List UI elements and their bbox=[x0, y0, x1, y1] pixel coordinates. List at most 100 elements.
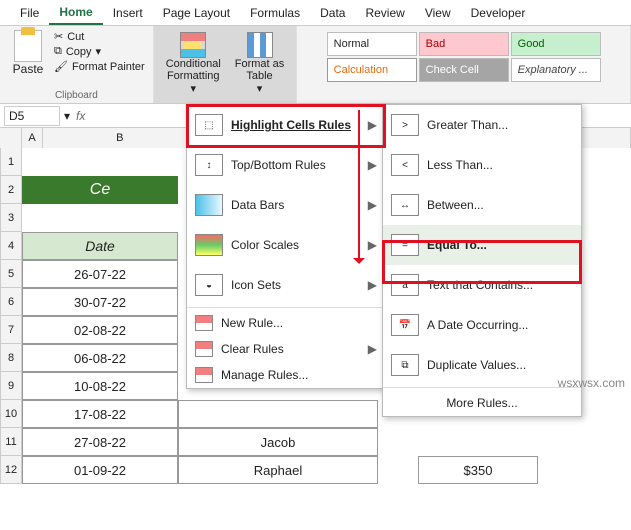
style-explanatory[interactable]: Explanatory ... bbox=[511, 58, 601, 82]
chevron-right-icon: ▶ bbox=[368, 158, 377, 172]
gt-icon: > bbox=[391, 114, 419, 136]
row-12[interactable]: 12 bbox=[0, 456, 22, 484]
row-4[interactable]: 4 bbox=[0, 232, 22, 260]
do-label: A Date Occurring... bbox=[427, 318, 573, 332]
style-good[interactable]: Good bbox=[511, 32, 601, 56]
cell-date[interactable]: 01-09-22 bbox=[22, 456, 178, 484]
submenu-greater-than[interactable]: > Greater Than... bbox=[383, 105, 581, 145]
submenu-less-than[interactable]: < Less Than... bbox=[383, 145, 581, 185]
cell-date[interactable]: 30-07-22 bbox=[22, 288, 178, 316]
tab-page-layout[interactable]: Page Layout bbox=[153, 2, 240, 24]
cut-button[interactable]: ✂Cut bbox=[54, 30, 145, 43]
bw-label: Between... bbox=[427, 198, 573, 212]
submenu-text-contains[interactable]: aText that Contains... bbox=[383, 265, 581, 305]
fx-icon[interactable]: fx bbox=[70, 109, 91, 123]
menu-clear-rules[interactable]: Clear Rules▶ bbox=[187, 336, 385, 362]
cf-label: Conditional Formatting bbox=[166, 58, 221, 82]
annotation-arrow bbox=[358, 110, 360, 262]
submenu-equal-to[interactable]: =Equal To... bbox=[383, 225, 581, 265]
submenu-between[interactable]: ↔ Between... bbox=[383, 185, 581, 225]
select-all[interactable] bbox=[0, 128, 22, 148]
cell[interactable] bbox=[22, 148, 178, 176]
format-painter-button[interactable]: 🖌Format Painter bbox=[54, 60, 145, 73]
menu-new-rule[interactable]: New Rule... bbox=[187, 310, 385, 336]
tab-formulas[interactable]: Formulas bbox=[240, 2, 310, 24]
menu-icon-sets[interactable]: ◒Icon Sets▶ bbox=[187, 265, 385, 305]
paste-button[interactable]: Paste bbox=[8, 30, 48, 76]
row-9[interactable]: 9 bbox=[0, 372, 22, 400]
style-calculation[interactable]: Calculation bbox=[327, 58, 417, 82]
cell-date[interactable]: 27-08-22 bbox=[22, 428, 178, 456]
cell-amount[interactable]: $350 bbox=[418, 456, 538, 484]
is-label: Icon Sets bbox=[231, 278, 360, 292]
conditional-formatting-menu: ⬚Highlight Cells Rules▶ ↕Top/Bottom Rule… bbox=[186, 104, 386, 389]
conditional-formatting-button[interactable]: Conditional Formatting ▾ bbox=[162, 30, 225, 97]
ribbon-tabs: File Home Insert Page Layout Formulas Da… bbox=[0, 0, 631, 26]
group-clipboard: Paste ✂Cut ⧉Copy ▾ 🖌Format Painter Clipb… bbox=[0, 26, 154, 103]
tab-data[interactable]: Data bbox=[310, 2, 355, 24]
menu-highlight-cells-rules[interactable]: ⬚Highlight Cells Rules▶ bbox=[187, 105, 385, 145]
submenu-more-rules[interactable]: More Rules... bbox=[383, 390, 581, 416]
clipboard-group-label: Clipboard bbox=[55, 90, 98, 101]
row-1[interactable]: 1 bbox=[0, 148, 22, 176]
tab-review[interactable]: Review bbox=[355, 2, 414, 24]
cell-name[interactable]: Jacob bbox=[178, 428, 378, 456]
row-7[interactable]: 7 bbox=[0, 316, 22, 344]
style-bad[interactable]: Bad bbox=[419, 32, 509, 56]
morerules-label: More Rules... bbox=[446, 396, 517, 410]
tab-insert[interactable]: Insert bbox=[103, 2, 153, 24]
style-check-cell[interactable]: Check Cell bbox=[419, 58, 509, 82]
row-10[interactable]: 10 bbox=[0, 400, 22, 428]
paste-label: Paste bbox=[13, 62, 44, 76]
style-normal[interactable]: Normal bbox=[327, 32, 417, 56]
submenu-date-occurring[interactable]: 📅A Date Occurring... bbox=[383, 305, 581, 345]
cell-name[interactable]: Raphael bbox=[178, 456, 378, 484]
tc-label: Text that Contains... bbox=[427, 278, 573, 292]
tab-home[interactable]: Home bbox=[49, 1, 102, 25]
menu-manage-rules[interactable]: Manage Rules... bbox=[187, 362, 385, 388]
tab-file[interactable]: File bbox=[10, 2, 49, 24]
tab-developer[interactable]: Developer bbox=[461, 2, 536, 24]
fat-label: Format as Table bbox=[235, 58, 285, 82]
title-cell[interactable]: Ce bbox=[22, 176, 178, 204]
gt-label: Greater Than... bbox=[427, 118, 573, 132]
header-date[interactable]: Date bbox=[22, 232, 178, 260]
name-box[interactable]: D5 bbox=[4, 106, 60, 126]
dv-label: Duplicate Values... bbox=[427, 358, 573, 372]
menu-top-bottom-rules[interactable]: ↕Top/Bottom Rules▶ bbox=[187, 145, 385, 185]
row-2[interactable]: 2 bbox=[0, 176, 22, 204]
row-11[interactable]: 11 bbox=[0, 428, 22, 456]
row-3[interactable]: 3 bbox=[0, 204, 22, 232]
cell-date[interactable]: 02-08-22 bbox=[22, 316, 178, 344]
databars-icon bbox=[195, 194, 223, 216]
row-6[interactable]: 6 bbox=[0, 288, 22, 316]
cr-label: Clear Rules bbox=[221, 342, 284, 356]
lt-icon: < bbox=[391, 154, 419, 176]
cell-date[interactable]: 26-07-22 bbox=[22, 260, 178, 288]
submenu-duplicate-values[interactable]: ⧉ Duplicate Values... bbox=[383, 345, 581, 385]
copy-button[interactable]: ⧉Copy ▾ bbox=[54, 45, 145, 58]
row-5[interactable]: 5 bbox=[0, 260, 22, 288]
row-headers: 1 2 3 4 5 6 7 8 9 10 11 12 bbox=[0, 148, 22, 484]
between-icon: ↔ bbox=[391, 194, 419, 216]
cell[interactable] bbox=[178, 400, 378, 428]
tab-view[interactable]: View bbox=[415, 2, 461, 24]
col-B[interactable]: B bbox=[43, 128, 197, 148]
cell[interactable] bbox=[22, 204, 178, 232]
dup-icon: ⧉ bbox=[391, 354, 419, 376]
hcr-icon: ⬚ bbox=[195, 114, 223, 136]
cell-date[interactable]: 10-08-22 bbox=[22, 372, 178, 400]
watermark: wsxwsx.com bbox=[558, 376, 625, 390]
cell-date[interactable]: 06-08-22 bbox=[22, 344, 178, 372]
menu-data-bars[interactable]: Data Bars▶ bbox=[187, 185, 385, 225]
chevron-right-icon: ▶ bbox=[368, 238, 377, 252]
cell-date[interactable]: 17-08-22 bbox=[22, 400, 178, 428]
col-A[interactable]: A bbox=[22, 128, 44, 148]
format-as-table-button[interactable]: Format as Table ▾ bbox=[231, 30, 289, 97]
lt-label: Less Than... bbox=[427, 158, 573, 172]
cut-label: Cut bbox=[67, 31, 84, 43]
fp-label: Format Painter bbox=[72, 61, 145, 73]
newrule-icon bbox=[195, 315, 213, 331]
row-8[interactable]: 8 bbox=[0, 344, 22, 372]
chevron-right-icon: ▶ bbox=[368, 118, 377, 132]
